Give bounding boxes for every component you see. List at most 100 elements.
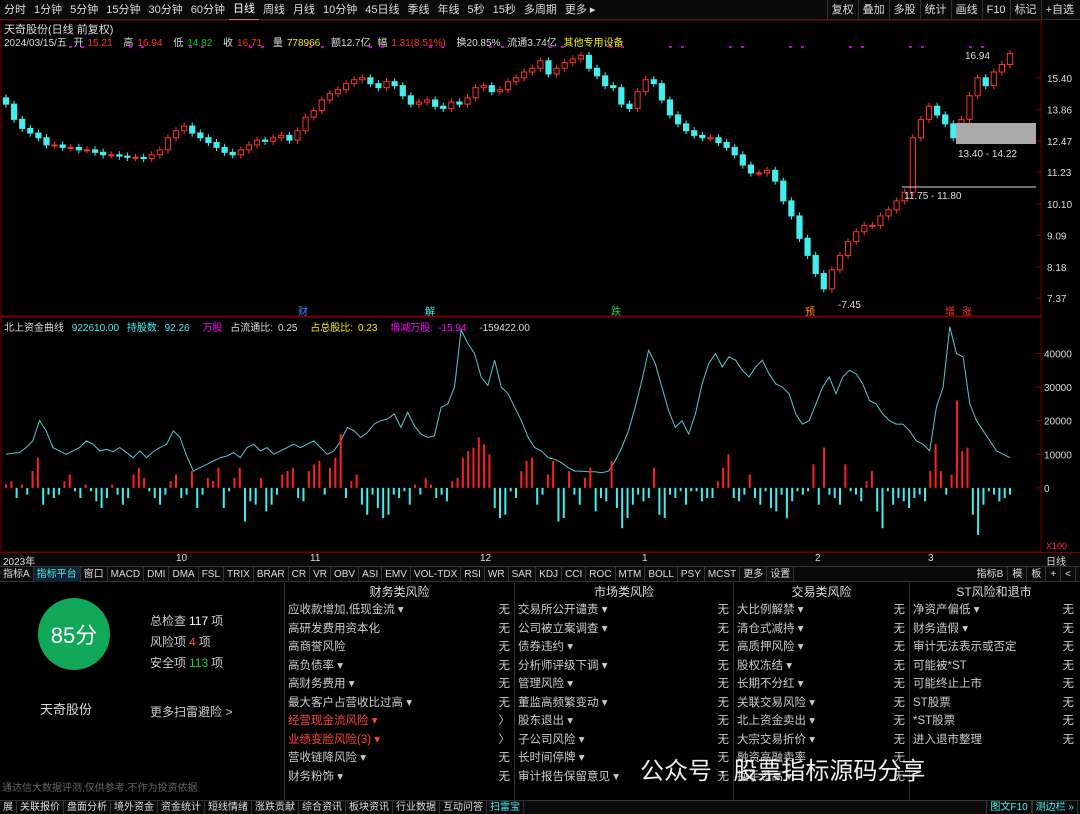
- indicator-tab-0[interactable]: 指标A: [0, 566, 34, 582]
- unit-label: 万股: [202, 323, 223, 334]
- indicator-tab-17[interactable]: SAR: [509, 566, 537, 582]
- risk-row[interactable]: 财务造假 ▾ 无: [910, 620, 1078, 639]
- candle-body: [164, 137, 172, 151]
- indicator-tab-2[interactable]: 窗口: [81, 566, 108, 582]
- indicator-tab-11[interactable]: OBV: [331, 566, 360, 582]
- bottom-tab-11[interactable]: 扫雷宝: [487, 801, 524, 814]
- indicator-tab-4[interactable]: DMI: [144, 566, 170, 582]
- risk-row[interactable]: 应收款增加,低现金流 ▾ 无: [285, 601, 514, 620]
- indicator-tab-right-3[interactable]: +: [1046, 567, 1062, 582]
- indicator-tab-16[interactable]: WR: [485, 566, 509, 582]
- bottom-tab-7[interactable]: 综合资讯: [299, 801, 346, 814]
- risk-row[interactable]: 高商誉风险 无: [285, 638, 514, 657]
- indicator-tab-9[interactable]: CR: [289, 566, 311, 582]
- risk-row[interactable]: 清仓式减持 ▾ 无: [734, 620, 909, 639]
- risk-value: 无: [717, 622, 730, 635]
- risk-row[interactable]: 营收链降风险 ▾ 无: [285, 749, 514, 768]
- risk-row[interactable]: 股东退出 ▾ 无: [515, 712, 733, 731]
- indicator-tick-label: 40000: [1044, 350, 1072, 361]
- indicator-tab-23[interactable]: PSY: [678, 566, 705, 582]
- signal-dot: [69, 46, 72, 48]
- candle-body: [456, 101, 463, 105]
- risk-row[interactable]: 可能终止上市 无: [910, 675, 1078, 694]
- risk-items: 风险项 4 项: [150, 632, 223, 653]
- indicator-tab-18[interactable]: KDJ: [536, 566, 563, 582]
- indicator-tab-21[interactable]: MTM: [616, 566, 646, 582]
- risk-row[interactable]: 股权冻结 ▾ 无: [734, 657, 909, 676]
- risk-row[interactable]: 债券违约 ▾ 无: [515, 638, 733, 657]
- bottom-tab-1[interactable]: 关联报价: [17, 801, 64, 814]
- risk-row[interactable]: 高财务费用 ▾ 无: [285, 675, 514, 694]
- bottom-tab-4[interactable]: 资金统计: [158, 801, 205, 814]
- more-scan-link[interactable]: 更多扫雷避险 >: [150, 703, 232, 720]
- risk-items-label: 风险项: [150, 635, 187, 649]
- indicator-tab-right-2[interactable]: 板: [1027, 567, 1047, 582]
- risk-row[interactable]: 财务粉饰 ▾ 无: [285, 768, 514, 787]
- indicator-tab-15[interactable]: RSI: [461, 566, 485, 582]
- risk-row[interactable]: 可能被*ST 无: [910, 657, 1078, 676]
- candle-body: [432, 99, 439, 107]
- indicator-tab-right-0[interactable]: 指标B: [973, 567, 1009, 582]
- risk-row[interactable]: 子公司风险 ▾ 无: [515, 731, 733, 750]
- change-shares: 增减万股: -15.94: [390, 323, 471, 334]
- bottom-tab-5[interactable]: 短线情绪: [205, 801, 252, 814]
- month-label-5: 2: [815, 553, 821, 564]
- risk-row[interactable]: *ST股票 无: [910, 712, 1078, 731]
- indicator-tab-6[interactable]: FSL: [199, 566, 225, 582]
- indicator-tab-13[interactable]: EMV: [382, 566, 411, 582]
- risk-row[interactable]: 大宗交易折价 ▾ 无: [734, 731, 909, 750]
- risk-row[interactable]: 高研发费用资本化 无: [285, 620, 514, 639]
- indicator-tab-8[interactable]: BRAR: [254, 566, 289, 582]
- indicator-tab-right-4[interactable]: <: [1061, 567, 1076, 582]
- risk-row[interactable]: 分析师评级下调 ▾ 无: [515, 657, 733, 676]
- risk-row[interactable]: 审计无法表示或否定 无: [910, 638, 1078, 657]
- indicator-tab-5[interactable]: DMA: [169, 566, 199, 582]
- indicator-tab-20[interactable]: ROC: [586, 566, 616, 582]
- bottom-tab-3[interactable]: 境外资金: [111, 801, 158, 814]
- indicator-tab-12[interactable]: ASI: [359, 566, 383, 582]
- risk-row[interactable]: 最大客户占营收比过高 ▾ 无: [285, 694, 514, 713]
- bottom-tab-2[interactable]: 盘面分析: [64, 801, 111, 814]
- indicator-tab-19[interactable]: CCI: [562, 566, 587, 582]
- indicator-tab-25[interactable]: 更多: [740, 566, 768, 582]
- indicator-tab-26[interactable]: 设置: [767, 566, 795, 582]
- risk-row[interactable]: 关联交易风险 ▾ 无: [734, 694, 909, 713]
- candle-body: [83, 149, 91, 152]
- signal-dot: [861, 46, 864, 48]
- candle-body: [755, 172, 763, 175]
- bottom-tab-0[interactable]: 展: [0, 801, 17, 814]
- risk-row[interactable]: 管理风险 ▾ 无: [515, 675, 733, 694]
- bottom-right-tab-0[interactable]: 图文F10: [986, 801, 1032, 814]
- risk-label: 子公司风险 ▾: [518, 733, 585, 746]
- indicator-tab-24[interactable]: MCST: [705, 566, 741, 582]
- bottom-tab-6[interactable]: 涨跌贡献: [252, 801, 299, 814]
- risk-row[interactable]: 高负债率 ▾ 无: [285, 657, 514, 676]
- bottom-right-tab-1[interactable]: 测边栏 »: [1031, 801, 1078, 814]
- indicator-tab-10[interactable]: VR: [310, 566, 331, 582]
- indicator-tab-7[interactable]: TRIX: [224, 566, 254, 582]
- risk-row[interactable]: 北上资金卖出 ▾ 无: [734, 712, 909, 731]
- risk-row[interactable]: 公司被立案调查 ▾ 无: [515, 620, 733, 639]
- risk-row[interactable]: 大比例解禁 ▾ 无: [734, 601, 909, 620]
- indicator-tab-1[interactable]: 指标平台: [33, 566, 81, 582]
- indicator-tab-right-1[interactable]: 模: [1008, 567, 1028, 582]
- indicator-tab-22[interactable]: BOLL: [645, 566, 678, 582]
- risk-row[interactable]: 进入退市整理 无: [910, 731, 1078, 750]
- risk-row[interactable]: 董监高频繁变动 ▾ 无: [515, 694, 733, 713]
- candle-body: [529, 67, 536, 73]
- risk-row[interactable]: 高质押风险 ▾ 无: [734, 638, 909, 657]
- bottom-tab-9[interactable]: 行业数据: [393, 801, 440, 814]
- indicator-tab-14[interactable]: VOL-TDX: [411, 566, 462, 582]
- bottom-tab-10[interactable]: 互动问答: [440, 801, 487, 814]
- risk-row[interactable]: 净资产偏低 ▾ 无: [910, 601, 1078, 620]
- indicator-info: 北上资金曲线 922610.00 持股数: 92.26 万股 占流通比: 0.25 …: [4, 319, 535, 334]
- indicator-tab-3[interactable]: MACD: [108, 566, 145, 582]
- risk-row[interactable]: 交易所公开谴责 ▾ 无: [515, 601, 733, 620]
- signal-dot: [729, 46, 732, 48]
- candle-body: [375, 83, 382, 89]
- risk-row[interactable]: 业绩变脸风险(3) ▾ 〉: [285, 731, 514, 750]
- bottom-tab-8[interactable]: 板块资讯: [346, 801, 393, 814]
- risk-row[interactable]: 长期不分红 ▾ 无: [734, 675, 909, 694]
- risk-row[interactable]: 经营现金流风险 ▾ 〉: [285, 712, 514, 731]
- risk-row[interactable]: ST股票 无: [910, 694, 1078, 713]
